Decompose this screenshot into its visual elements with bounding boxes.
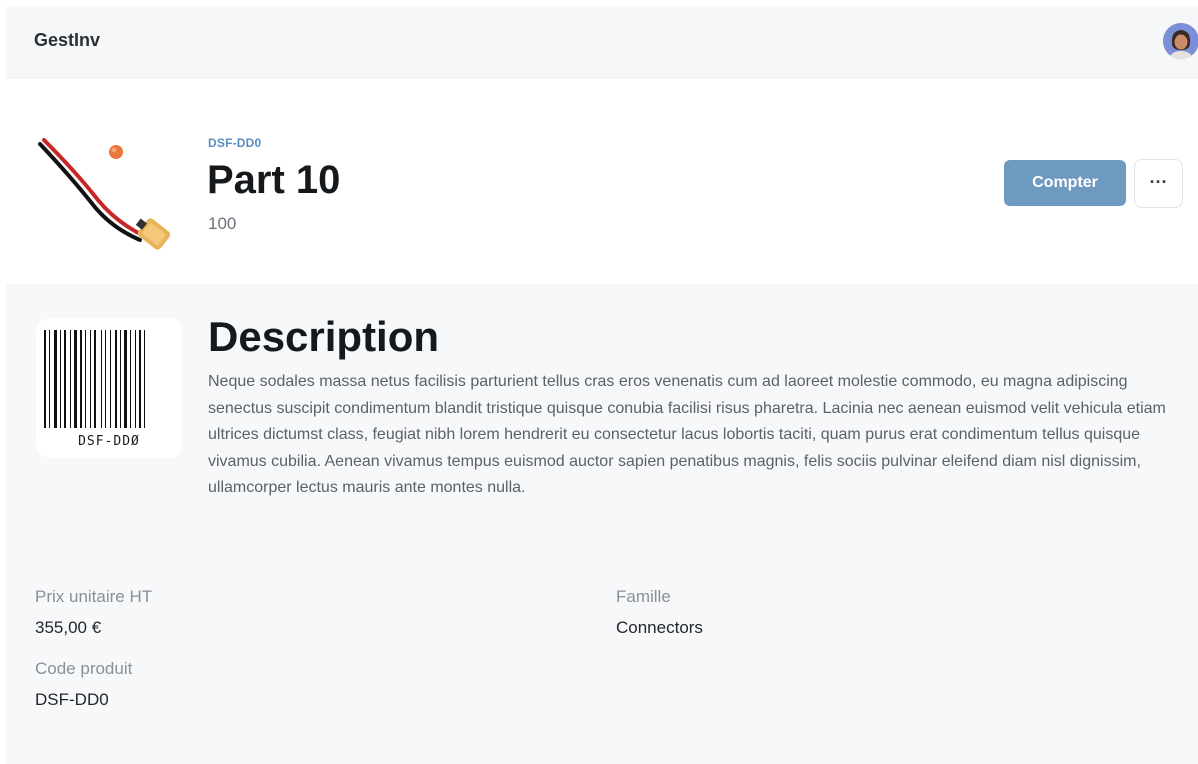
barcode-bar [70,330,71,428]
code-value: DSF-DD0 [35,690,109,709]
family-value: Connectors [616,618,703,637]
barcode-bar [80,330,82,428]
barcode-label: DSF-DDØ [78,434,140,449]
description-text: Neque sodales massa netus facilisis part… [208,373,1166,496]
barcode-bar [54,330,57,428]
barcode-bar [135,330,136,428]
barcode-bar [130,330,131,428]
barcode-bar [90,330,91,428]
barcode-bar [60,330,61,428]
details-panel: DSF-DDØ Description Neque sodales massa … [6,284,1198,764]
barcode-bar [124,330,127,428]
count-button[interactable]: Compter [1004,160,1126,206]
barcode-bar [85,330,86,428]
barcode-bar [44,330,46,428]
price-value: 355,00 € [35,618,102,637]
product-quantity: 100 [208,214,237,233]
top-bar: GestInv [6,6,1198,78]
barcode-bar [94,330,96,428]
barcode-card: DSF-DDØ [36,318,182,458]
family-label: Famille [616,587,671,606]
barcode-bar [49,330,50,428]
description-heading: Description [208,313,440,360]
app-name[interactable]: GestInv [34,30,100,51]
barcode-bar [115,330,117,428]
barcode-bar [64,330,66,428]
barcode-icon [44,330,145,428]
barcode-bar [144,330,145,428]
barcode-bar [105,330,106,428]
barcode-bar [101,330,102,428]
code-label: Code produit [35,659,133,678]
product-sku: DSF-DD0 [208,136,262,150]
product-title: Part 10 [207,158,341,202]
barcode-bar [139,330,141,428]
user-avatar[interactable] [1163,23,1198,59]
barcode-bar [74,330,77,428]
product-header: DSF-DD0 Part 10 100 Compter ··· [0,78,1198,284]
price-label: Prix unitaire HT [35,587,153,606]
barcode-bar [120,330,121,428]
barcode-bar [110,330,111,428]
more-actions-button[interactable]: ··· [1134,159,1183,208]
product-image [36,122,176,252]
